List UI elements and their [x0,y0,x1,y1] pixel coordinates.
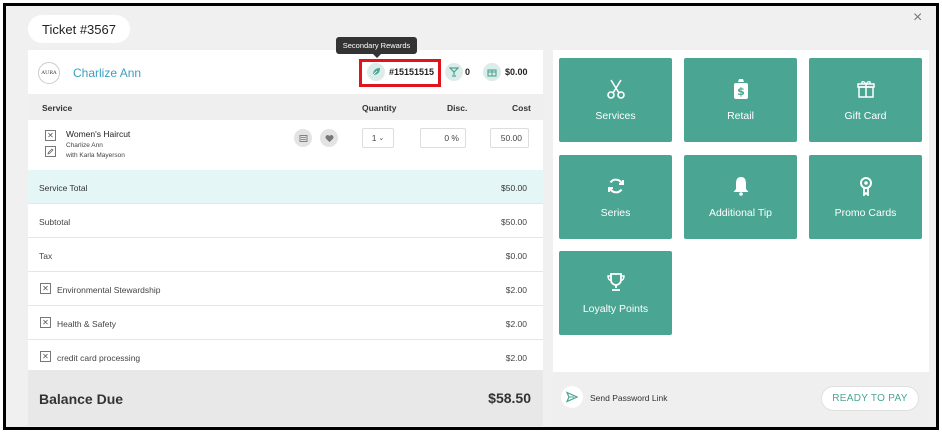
tile-label: Retail [727,110,754,122]
balance-due-bar: Balance Due $58.50 [28,370,543,426]
series-tile[interactable]: Series [559,155,672,239]
retail-tile[interactable]: $ Retail [684,58,797,142]
ticket-tab[interactable]: Ticket #3567 [28,15,130,43]
fee-value: $2.00 [505,353,527,363]
fee-label: Health & Safety [57,319,117,329]
service-total-row: Service Total $50.00 [28,170,543,204]
quantity-value: 1 [371,133,377,143]
fee-row: ✕ Environmental Stewardship $2.00 [28,272,543,306]
gift-card-icon[interactable] [483,63,501,81]
ticket-details-panel: AURA Charlize Ann Secondary Rewards #151… [28,37,543,426]
chevron-down-icon: ⌄ [378,135,385,142]
subtotal-row: Subtotal $50.00 [28,204,543,238]
remove-fee-icon[interactable]: ✕ [40,317,51,328]
tax-value: $0.00 [505,251,527,261]
cocktail-icon[interactable] [445,63,463,81]
award-icon [858,175,874,197]
tile-label: Gift Card [844,110,887,122]
service-table-header: Service Quantity Disc. Cost [28,94,543,120]
secondary-rewards-id: #15151515 [389,67,435,77]
additional-tip-tile[interactable]: Additional Tip [684,155,797,239]
customer-row: AURA Charlize Ann Secondary Rewards #151… [28,37,543,94]
avatar: AURA [38,62,60,84]
loyalty-points-tile[interactable]: Loyalty Points [559,251,672,335]
trophy-icon [606,271,625,293]
send-password-link[interactable]: Send Password Link [590,393,668,403]
leaf-icon[interactable] [367,63,385,81]
services-tile[interactable]: Services [559,58,672,142]
shopping-bag-icon: $ [733,78,749,100]
ready-to-pay-button[interactable]: READY TO PAY [821,386,919,411]
remove-fee-icon[interactable]: ✕ [40,351,51,362]
svg-text:$: $ [737,85,745,98]
action-tiles-panel: Services $ Retail Gift Card Series Addit… [553,50,929,372]
promo-cards-tile[interactable]: Promo Cards [809,155,922,239]
send-icon[interactable] [561,386,583,408]
tile-label: Series [600,207,631,219]
discount-input[interactable]: 0 % [420,128,466,148]
fee-label: credit card processing [57,353,141,363]
fee-value: $2.00 [505,319,527,329]
tile-label: Loyalty Points [582,303,649,315]
notes-icon[interactable] [294,129,312,147]
balance-due-value: $58.50 [488,390,531,406]
remove-fee-icon[interactable]: ✕ [40,283,51,294]
scissors-icon [606,78,626,100]
header-disc: Disc. [447,103,468,113]
tax-label: Tax [39,251,53,261]
remove-item-icon[interactable]: ✕ [45,130,56,141]
subtotal-label: Subtotal [39,217,71,227]
edit-icon[interactable] [45,146,56,157]
service-total-value: $50.00 [501,183,527,193]
checkout-footer: Send Password Link READY TO PAY [553,372,929,426]
fee-value: $2.00 [505,285,527,295]
subtotal-value: $50.00 [501,217,527,227]
service-total-label: Service Total [39,183,88,193]
service-staff: with Karla Mayerson [66,152,125,159]
cost-input[interactable]: 50.00 [490,128,529,148]
bell-icon [731,175,751,197]
customer-name-link[interactable]: Charlize Ann [73,66,141,80]
close-icon[interactable]: × [913,9,922,27]
service-name: Women's Haircut [66,129,131,139]
secondary-rewards-tooltip: Secondary Rewards [336,37,417,58]
header-cost: Cost [512,103,531,113]
tile-label: Services [595,110,636,122]
fee-label: Environmental Stewardship [57,285,161,295]
heart-icon[interactable] [320,129,338,147]
rewards-count: 0 [465,67,471,77]
fee-row: ✕ credit card processing $2.00 [28,340,543,374]
quantity-select[interactable]: 1 ⌄ [362,128,394,148]
table-row: ✕ Women's Haircut Charlize Ann with Karl… [28,120,543,170]
gift-icon [856,78,875,100]
service-client: Charlize Ann [66,142,103,149]
gift-card-balance: $0.00 [505,67,528,77]
tax-row: Tax $0.00 [28,238,543,272]
tile-label: Additional Tip [708,207,773,219]
gift-card-tile[interactable]: Gift Card [809,58,922,142]
tile-label: Promo Cards [834,207,897,219]
header-service: Service [42,103,73,113]
refresh-icon [607,175,625,197]
fee-row: ✕ Health & Safety $2.00 [28,306,543,340]
balance-due-label: Balance Due [39,391,124,407]
checkout-window: Ticket #3567 × AURA Charlize Ann Seconda… [3,3,939,430]
header-quantity: Quantity [362,103,397,113]
